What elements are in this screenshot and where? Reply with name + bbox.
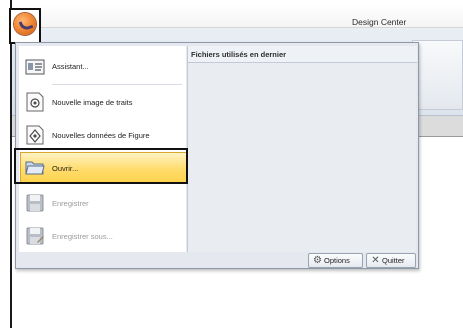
quit-button[interactable]: ✕ Quitter	[366, 253, 416, 268]
window-title: Design Center	[352, 17, 407, 27]
gear-icon: ⚙	[313, 255, 322, 266]
quit-label: Quitter	[382, 256, 405, 265]
menu-separator	[52, 84, 182, 85]
recent-files-header: Fichiers utilisés en dernier	[188, 46, 417, 63]
options-label: Options	[324, 256, 350, 265]
assistant-icon	[25, 59, 45, 75]
menu-item-assistant[interactable]: Assistant...	[19, 50, 186, 83]
new-line-image-icon	[26, 92, 44, 112]
menu-item-label: Assistant...	[52, 62, 89, 71]
menu-item-save-as[interactable]: Enregistrer sous...	[19, 219, 186, 252]
menu-item-save[interactable]: Enregistrer	[19, 186, 186, 219]
menu-item-new-line-image[interactable]: Nouvelle image de traits	[19, 86, 186, 119]
new-figure-data-icon	[26, 125, 44, 145]
close-icon: ✕	[371, 255, 380, 266]
recent-files-title: Fichiers utilisés en dernier	[191, 50, 287, 59]
menu-item-label: Enregistrer	[52, 199, 89, 208]
options-button[interactable]: ⚙ Options	[308, 253, 363, 268]
open-item-highlight-frame	[14, 148, 188, 184]
window-left-border	[10, 0, 12, 328]
save-as-icon	[26, 227, 44, 245]
recent-files-panel: Fichiers utilisés en dernier	[187, 46, 417, 252]
title-bar: Design Center	[12, 4, 463, 28]
ribbon-panel	[412, 40, 463, 110]
save-icon	[26, 194, 44, 212]
menu-item-label: Nouvelle image de traits	[52, 98, 133, 107]
menu-item-label: Enregistrer sous...	[52, 232, 113, 241]
menu-item-label: Nouvelles données de Figure	[52, 131, 150, 140]
menu-footer: ⚙ Options ✕ Quitter	[19, 252, 417, 268]
